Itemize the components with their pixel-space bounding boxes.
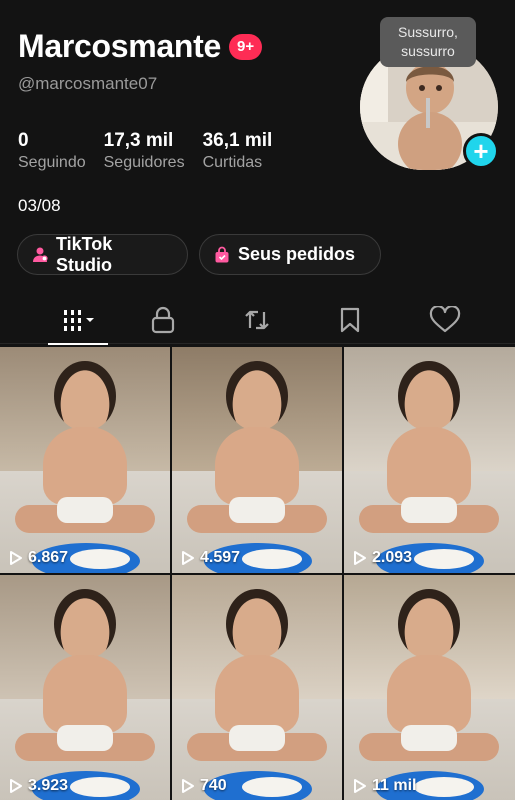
video-grid: 6.867 4.597 2.093 3.923 740 11 mil — [0, 347, 515, 800]
notification-badge[interactable]: 9+ — [229, 33, 263, 60]
video-thumbnail — [344, 347, 515, 573]
video-tile[interactable]: 2.093 — [344, 347, 515, 573]
stat-following-value: 0 — [18, 130, 29, 151]
video-tile[interactable]: 6.867 — [0, 347, 170, 573]
view-count-value: 740 — [200, 777, 227, 794]
play-icon — [10, 779, 22, 793]
shopping-bag-icon — [212, 245, 232, 265]
tiktok-studio-label: TikTok Studio — [55, 233, 113, 275]
stat-likes[interactable]: 36,1 mil Curtidas — [203, 130, 273, 172]
video-thumbnail — [172, 575, 342, 800]
whisper-tooltip: Sussurro, sussurro — [380, 17, 476, 67]
video-thumbnail — [344, 575, 515, 800]
bookmark-icon — [340, 307, 360, 333]
tiktok-studio-button[interactable]: TikTok Studio — [17, 234, 188, 275]
view-count: 11 mil — [353, 777, 416, 795]
stat-following-label: Seguindo — [18, 154, 86, 171]
play-icon — [354, 551, 366, 565]
tab-videos[interactable] — [42, 296, 114, 345]
stat-followers-label: Seguidores — [103, 154, 185, 171]
add-avatar-button[interactable]: + — [463, 133, 499, 169]
tab-saved[interactable] — [320, 296, 380, 344]
video-tile[interactable]: 740 — [172, 575, 342, 800]
video-tile[interactable]: 11 mil — [344, 575, 515, 800]
view-count-value: 4.597 — [200, 549, 241, 566]
profile-handle: @marcosmante07 — [18, 74, 158, 93]
stat-followers[interactable]: 17,3 mil Seguidores — [104, 130, 185, 172]
username-row: Marcosmante 9+ — [18, 28, 263, 65]
stat-following[interactable]: 0 Seguindo — [18, 130, 86, 172]
lock-icon — [151, 306, 175, 334]
studio-icon — [30, 245, 50, 265]
orders-label: Seus pedidos — [238, 244, 356, 264]
tooltip-line-1: Sussurro, — [398, 24, 458, 40]
view-count-value: 2.093 — [372, 549, 413, 566]
video-tile[interactable]: 3.923 — [0, 575, 170, 800]
view-count: 740 — [181, 777, 227, 795]
grid-icon — [64, 310, 94, 331]
profile-tabs — [0, 296, 515, 345]
stat-likes-label: Curtidas — [202, 154, 263, 171]
play-icon — [182, 779, 194, 793]
stat-followers-value: 17,3 mil — [103, 130, 174, 151]
view-count-value: 3.923 — [28, 777, 69, 794]
plus-icon: + — [473, 136, 489, 166]
view-count-value: 6.867 — [28, 549, 69, 566]
tab-private[interactable] — [133, 296, 193, 344]
view-count: 2.093 — [353, 549, 412, 567]
tooltip-line-2: sussurro — [401, 43, 455, 59]
video-thumbnail — [0, 575, 170, 800]
view-count: 6.867 — [9, 549, 68, 567]
profile-bio: 03/08 — [18, 196, 61, 215]
view-count: 4.597 — [181, 549, 240, 567]
repost-icon — [245, 310, 269, 330]
play-icon — [10, 551, 22, 565]
play-icon — [354, 779, 366, 793]
display-name[interactable]: Marcosmante — [18, 28, 221, 65]
video-thumbnail — [0, 347, 170, 573]
play-icon — [182, 551, 194, 565]
view-count-value: 11 mil — [372, 777, 417, 794]
tab-reposts[interactable] — [227, 296, 287, 344]
tab-liked[interactable] — [415, 296, 475, 344]
heart-icon — [429, 306, 461, 333]
orders-button[interactable]: Seus pedidos — [199, 234, 381, 275]
video-tile[interactable]: 4.597 — [172, 347, 342, 573]
view-count: 3.923 — [9, 777, 68, 795]
profile-stats: 0 Seguindo 17,3 mil Seguidores 36,1 mil … — [18, 130, 290, 172]
profile-header: Marcosmante 9+ @marcosmante07 0 Seguindo… — [0, 0, 515, 345]
stat-likes-value: 36,1 mil — [202, 130, 273, 151]
video-thumbnail — [172, 347, 342, 573]
